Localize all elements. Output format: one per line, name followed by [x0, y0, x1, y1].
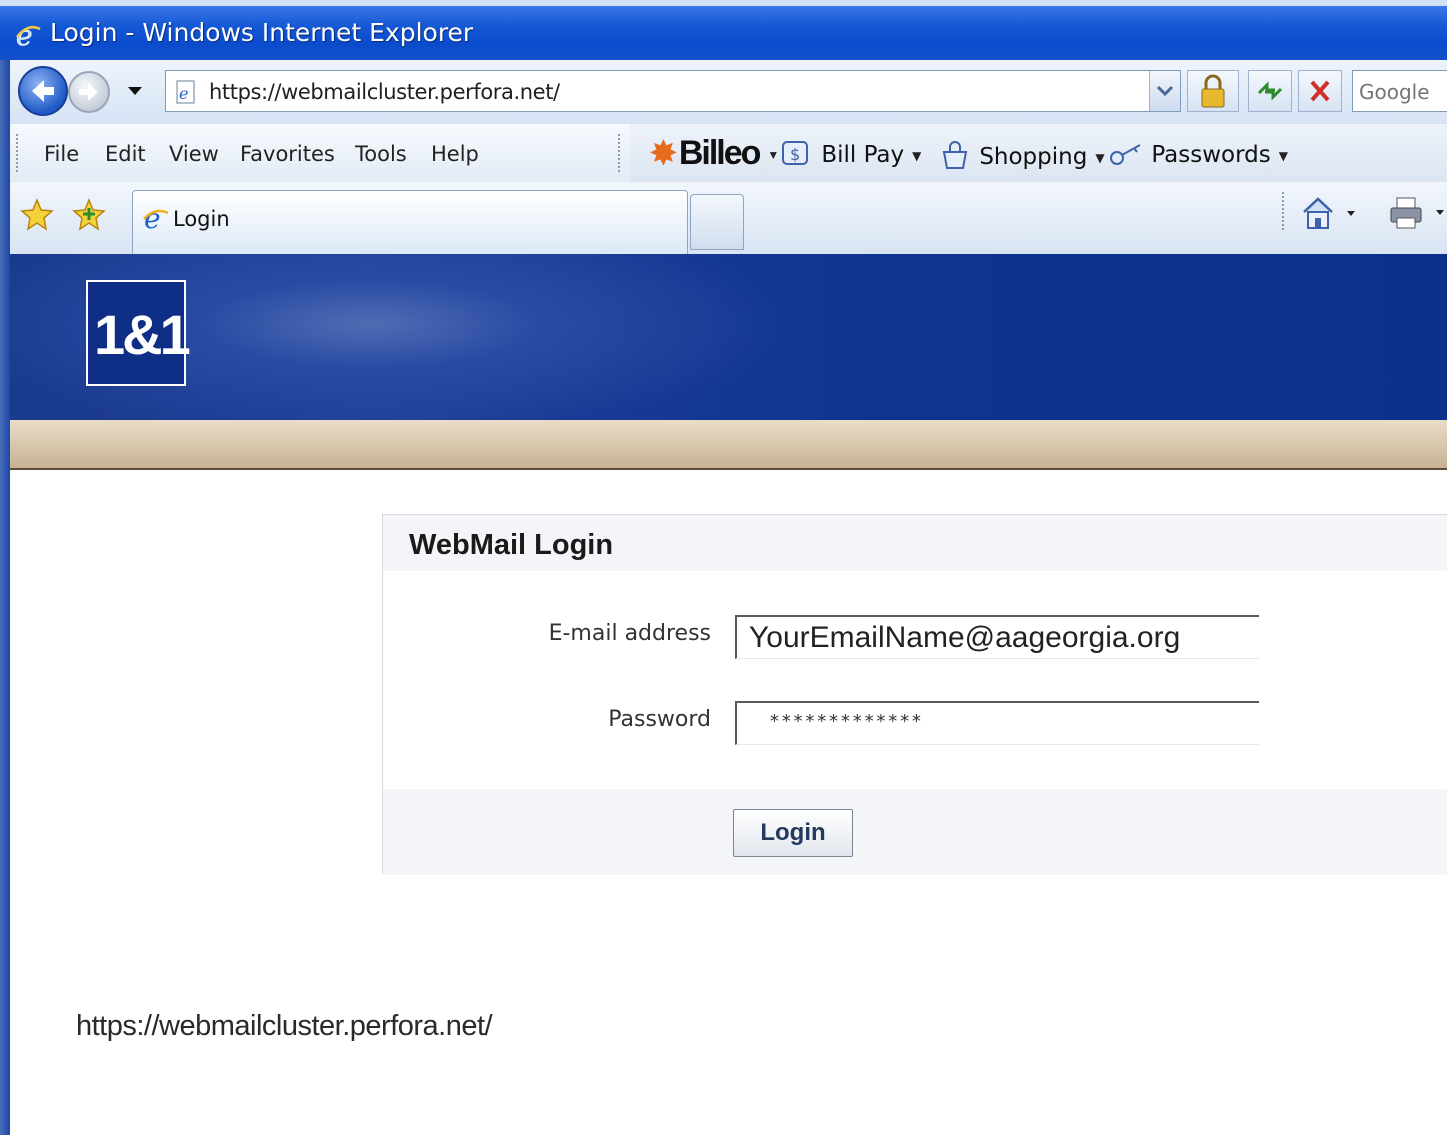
- chevron-down-icon: ▼: [1278, 148, 1288, 163]
- billeo-logo-icon: ✸: [650, 135, 677, 171]
- login-header: WebMail Login: [383, 515, 1447, 571]
- email-value: YourEmailName@aageorgia.org: [749, 621, 1181, 654]
- url-field[interactable]: e https://webmailcluster.perfora.net/: [165, 70, 1181, 112]
- billeo-toolbar: ✸Billeo ▼ $ Bill Pay ▼ Shopping ▼ Passwords…: [618, 124, 1447, 182]
- browser-window: e Login - Windows Internet Explorer e ht…: [0, 0, 1447, 1135]
- password-label: Password: [608, 707, 711, 732]
- menu-favorites[interactable]: Favorites: [240, 142, 335, 166]
- svg-text:$: $: [790, 145, 800, 164]
- tab-bar: e Login: [10, 182, 1447, 256]
- bill-pay-icon: $: [782, 141, 808, 165]
- logo-text: 1&1: [94, 303, 191, 366]
- menu-edit[interactable]: Edit: [105, 142, 146, 166]
- shopping-bag-icon: [942, 141, 968, 169]
- window-border: [0, 60, 10, 1135]
- toolbar-grip: [618, 134, 623, 172]
- menu-file[interactable]: File: [44, 142, 79, 166]
- stop-button[interactable]: [1298, 70, 1342, 112]
- chevron-down-icon: ▼: [767, 148, 779, 163]
- menu-help[interactable]: Help: [431, 142, 479, 166]
- passwords-menu[interactable]: Passwords ▼: [1108, 140, 1288, 168]
- url-text: https://webmailcluster.perfora.net/: [209, 80, 560, 104]
- navigation-strip: [10, 420, 1447, 470]
- security-lock-icon[interactable]: [1187, 70, 1239, 112]
- home-icon[interactable]: [1300, 194, 1362, 238]
- toolbar-grip: [1282, 192, 1287, 230]
- web-page: 1&1 WebMail Login E-mail address YourEma…: [10, 254, 1447, 1135]
- title-bar: e Login - Windows Internet Explorer: [0, 0, 1447, 60]
- window-title: Login - Windows Internet Explorer: [50, 18, 474, 47]
- tab-login[interactable]: e Login: [132, 190, 688, 254]
- menu-tools[interactable]: Tools: [355, 142, 407, 166]
- password-field[interactable]: *************: [735, 701, 1259, 745]
- login-heading: WebMail Login: [409, 529, 614, 561]
- new-tab-button[interactable]: [690, 194, 744, 250]
- chevron-down-icon: ▼: [912, 148, 922, 163]
- search-box[interactable]: [1352, 70, 1447, 112]
- login-footer: Login: [383, 789, 1447, 875]
- svg-text:e: e: [179, 84, 188, 103]
- add-favorite-icon[interactable]: [72, 197, 106, 236]
- toolbar-grip: [16, 134, 21, 172]
- menu-view[interactable]: View: [169, 142, 219, 166]
- print-icon[interactable]: [1388, 196, 1447, 236]
- password-value: *************: [769, 711, 923, 732]
- brand-logo[interactable]: 1&1: [86, 280, 191, 386]
- url-caption: https://webmailcluster.perfora.net/: [76, 1010, 493, 1042]
- refresh-icon: [1257, 81, 1283, 101]
- back-button[interactable]: [18, 66, 68, 116]
- key-icon: [1110, 144, 1141, 165]
- email-field[interactable]: YourEmailName@aageorgia.org: [735, 615, 1259, 659]
- billeo-menu[interactable]: ✸Billeo ▼: [650, 134, 779, 173]
- menu-bar: File Edit View Favorites Tools Help ✸Bil…: [10, 124, 1447, 183]
- stop-x-icon: [1310, 80, 1330, 102]
- back-arrow-icon: [32, 80, 54, 102]
- shopping-label: Shopping: [979, 144, 1088, 170]
- login-button[interactable]: Login: [733, 809, 853, 857]
- page-icon: e: [174, 80, 198, 108]
- shopping-menu[interactable]: Shopping ▼: [938, 140, 1105, 170]
- billeo-brand: Billeo: [678, 134, 762, 172]
- favorites-star-icon[interactable]: [20, 197, 54, 236]
- email-label: E-mail address: [548, 621, 711, 646]
- chevron-down-icon: ▼: [1095, 150, 1105, 165]
- address-toolbar: e https://webmailcluster.perfora.net/: [10, 60, 1447, 125]
- passwords-label: Passwords: [1151, 142, 1271, 168]
- recent-pages-chevron-down-icon[interactable]: [128, 82, 142, 101]
- bill-pay-menu[interactable]: $ Bill Pay ▼: [780, 140, 921, 168]
- forward-button[interactable]: [68, 71, 110, 113]
- forward-arrow-icon: [79, 83, 98, 101]
- header-banner: 1&1: [10, 254, 1447, 422]
- ie-logo-icon: e: [14, 19, 42, 54]
- url-dropdown-chevron-down-icon[interactable]: [1149, 71, 1180, 111]
- ie-page-icon: e: [141, 202, 171, 237]
- login-panel: WebMail Login E-mail address YourEmailNa…: [382, 514, 1447, 875]
- tab-label: Login: [173, 207, 230, 231]
- refresh-button[interactable]: [1248, 70, 1292, 112]
- search-input[interactable]: [1357, 73, 1447, 111]
- bill-pay-label: Bill Pay: [821, 142, 905, 168]
